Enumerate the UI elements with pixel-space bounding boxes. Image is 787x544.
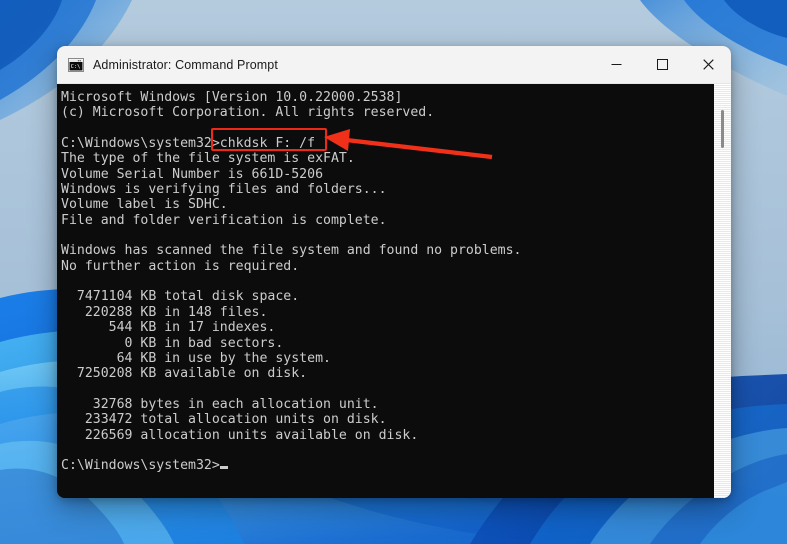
console-line: C:\Windows\system32> bbox=[61, 458, 714, 473]
console-line: Windows has scanned the file system and … bbox=[61, 243, 522, 259]
console-line: 0 KB in bad sectors. bbox=[61, 335, 284, 351]
console-line: 7471104 KB total disk space. bbox=[61, 289, 300, 305]
window-titlebar[interactable]: C:\ Administrator: Command Prompt bbox=[57, 46, 731, 84]
command-prompt-window[interactable]: C:\ Administrator: Command Prompt Micros… bbox=[57, 46, 731, 498]
console-cursor bbox=[219, 466, 228, 470]
console-body[interactable]: Microsoft Windows [Version 10.0.22000.25… bbox=[57, 84, 731, 498]
console-line: Windows is verifying files and folders..… bbox=[61, 182, 387, 198]
console-line: 7250208 KB available on disk. bbox=[61, 366, 308, 382]
minimize-button[interactable] bbox=[593, 46, 639, 83]
console-line: No further action is required. bbox=[61, 258, 300, 274]
maximize-icon bbox=[656, 59, 668, 70]
console-line: 220288 KB in 148 files. bbox=[61, 304, 268, 320]
console-line: The type of the file system is exFAT. bbox=[61, 151, 355, 167]
console-line: Volume label is SDHC. bbox=[61, 197, 228, 213]
console-line: 544 KB in 17 indexes. bbox=[61, 320, 276, 336]
close-icon bbox=[702, 59, 714, 70]
desktop: C:\ Administrator: Command Prompt Micros… bbox=[0, 0, 787, 544]
svg-text:C:\: C:\ bbox=[71, 64, 81, 70]
console-line: Microsoft Windows [Version 10.0.22000.25… bbox=[61, 90, 403, 105]
console-line: 233472 total allocation units on disk. bbox=[61, 412, 387, 428]
command-prompt-icon: C:\ bbox=[68, 57, 84, 72]
window-title: Administrator: Command Prompt bbox=[93, 57, 278, 72]
console-line: File and folder verification is complete… bbox=[61, 212, 387, 228]
console-line: 32768 bytes in each allocation unit. bbox=[61, 396, 379, 412]
console-line: (c) Microsoft Corporation. All rights re… bbox=[61, 105, 435, 121]
maximize-button[interactable] bbox=[639, 46, 685, 83]
console-line: 64 KB in use by the system. bbox=[61, 350, 331, 366]
scrollbar-thumb[interactable] bbox=[721, 110, 724, 148]
console-line: Volume Serial Number is 661D-5206 bbox=[61, 166, 324, 182]
console-line: 226569 allocation units available on dis… bbox=[61, 427, 419, 443]
console-output[interactable]: Microsoft Windows [Version 10.0.22000.25… bbox=[57, 84, 714, 498]
minimize-icon bbox=[611, 64, 621, 65]
window-controls[interactable] bbox=[593, 46, 731, 83]
console-scrollbar[interactable] bbox=[714, 84, 731, 498]
console-line: C:\Windows\system32>chkdsk F: /f bbox=[61, 136, 316, 152]
close-button[interactable] bbox=[685, 46, 731, 83]
